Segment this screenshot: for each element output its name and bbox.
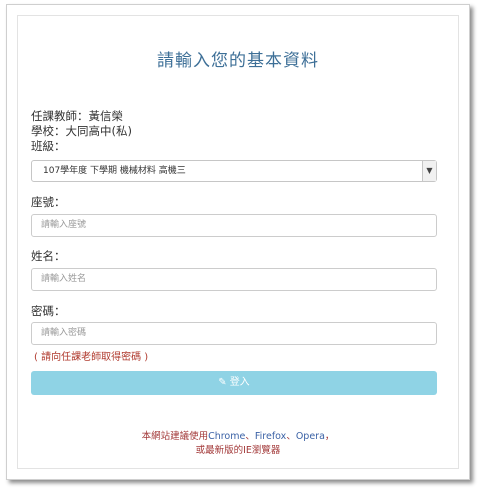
password-hint: ( 請向任課老師取得密碼 ) <box>34 352 149 363</box>
browser-notice-line2: 或最新版的IE瀏覽器 <box>195 445 281 456</box>
password-input[interactable]: 請輸入密碼 <box>31 322 437 345</box>
login-button-label: 登入 <box>229 377 250 388</box>
edit-icon: ✎ <box>218 377 227 388</box>
class-select[interactable]: 107學年度 下學期 機械材料 高機三 ▼ <box>31 160 437 182</box>
browser-notice: 本網站建議使用Chrome、Firefox、Opera， 或最新版的IE瀏覽器 <box>18 430 458 458</box>
opera-text: Opera <box>295 431 325 442</box>
browser-notice-line1: 本網站建議使用Chrome、Firefox、Opera， <box>141 431 335 442</box>
page-title: 請輸入您的基本資料 <box>157 51 319 71</box>
chevron-down-icon[interactable]: ▼ <box>422 161 436 181</box>
login-button[interactable]: ✎ 登入 <box>31 371 437 395</box>
password-label: 密碼： <box>31 304 66 318</box>
class-label: 班級： <box>31 139 66 153</box>
chrome-text: Chrome <box>208 431 246 442</box>
teacher-info: 任課教師：黃信榮 <box>31 109 123 123</box>
name-input[interactable]: 請輸入姓名 <box>31 268 437 291</box>
seat-label: 座號： <box>31 195 66 209</box>
class-select-value: 107學年度 下學期 機械材料 高機三 <box>43 166 186 176</box>
login-card: 請輸入您的基本資料 任課教師：黃信榮 學校：大同高中(私) 班級： 107學年度… <box>17 15 459 469</box>
firefox-text: Firefox <box>254 431 287 442</box>
window-frame: 請輸入您的基本資料 任課教師：黃信榮 學校：大同高中(私) 班級： 107學年度… <box>6 4 470 480</box>
seat-input[interactable]: 請輸入座號 <box>31 214 437 237</box>
name-label: 姓名： <box>31 249 66 263</box>
school-info: 學校：大同高中(私) <box>31 124 132 138</box>
